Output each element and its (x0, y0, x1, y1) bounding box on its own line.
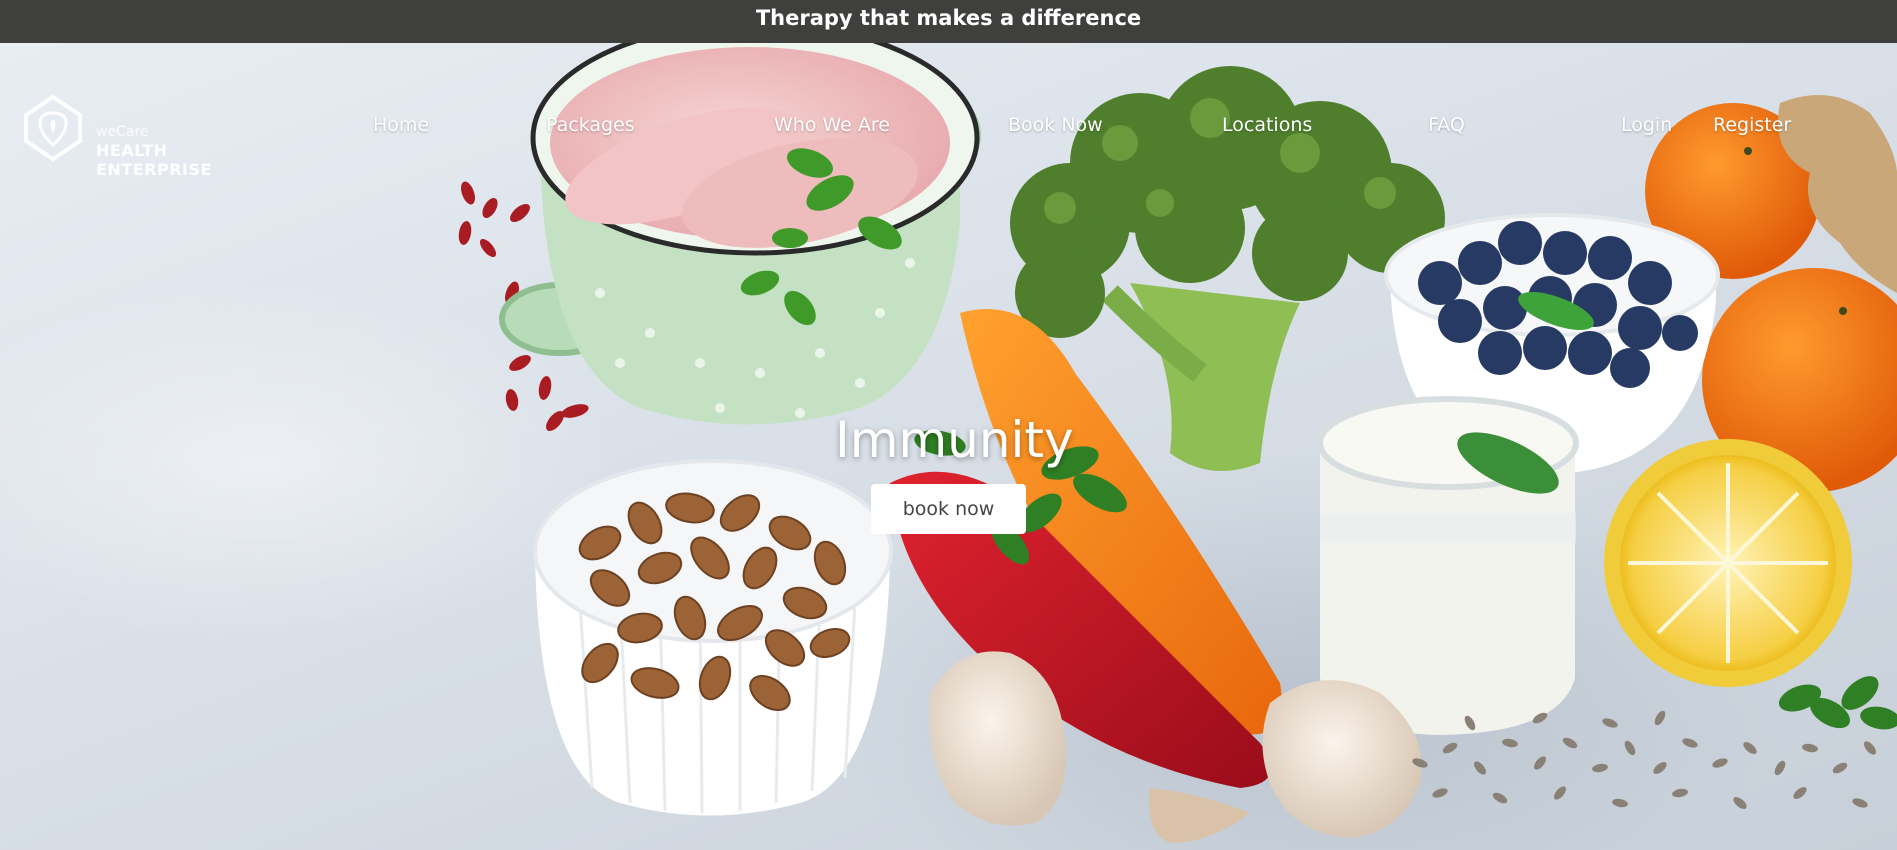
hero-carousel: weCare HEALTH ENTERPRISE Home Packages W… (0, 43, 1897, 850)
book-now-button[interactable]: book now (871, 484, 1026, 534)
login-link[interactable]: Login (1621, 114, 1672, 136)
brand-logo[interactable]: weCare HEALTH ENTERPRISE (18, 93, 258, 179)
nav-home[interactable]: Home (373, 114, 429, 136)
logo-text-main: HEALTH ENTERPRISE (96, 141, 212, 179)
nav-faq[interactable]: FAQ (1428, 114, 1465, 136)
nav-book-now[interactable]: Book Now (1008, 114, 1103, 136)
slide-caption: Immunity (835, 411, 1074, 469)
announcement-text: Therapy that makes a difference (755, 6, 1142, 30)
logo-icon (24, 94, 82, 162)
announcement-bar: Therapy that makes a difference (0, 0, 1897, 43)
register-link[interactable]: Register (1713, 114, 1791, 136)
nav-locations[interactable]: Locations (1222, 114, 1312, 136)
nav-who-we-are[interactable]: Who We Are (774, 114, 890, 136)
nav-packages[interactable]: Packages (546, 114, 635, 136)
logo-text-small: weCare (96, 124, 149, 140)
